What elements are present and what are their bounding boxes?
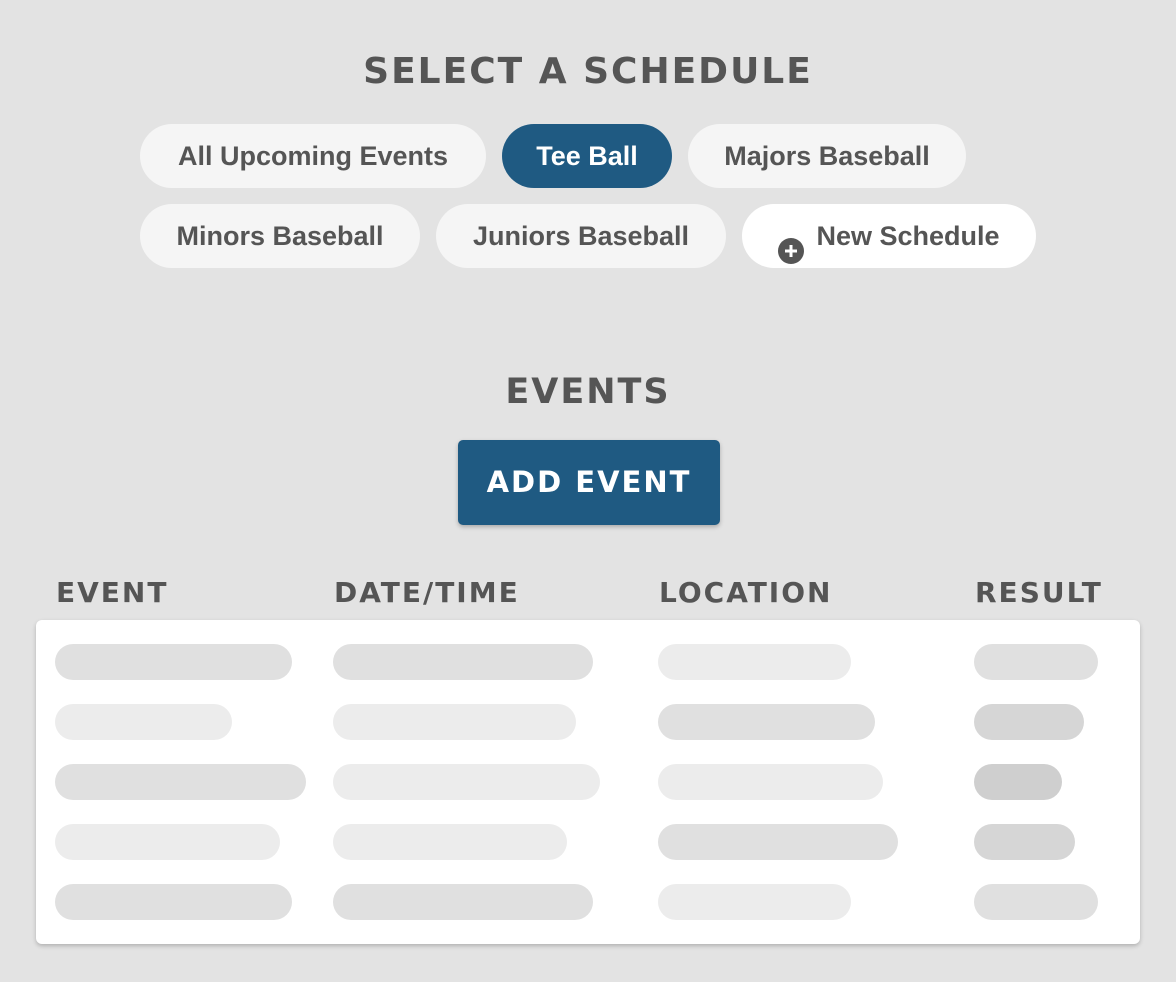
loading-placeholder-location bbox=[658, 764, 883, 800]
loading-placeholder-location bbox=[658, 884, 851, 920]
loading-placeholder-date-time bbox=[333, 704, 576, 740]
loading-placeholder-location bbox=[658, 824, 898, 860]
new-schedule-label: New Schedule bbox=[816, 221, 1000, 251]
column-header-result: RESULT bbox=[975, 576, 1103, 609]
schedule-tee-ball[interactable]: Tee Ball bbox=[502, 124, 672, 188]
new-schedule-button[interactable]: New Schedule bbox=[742, 204, 1036, 268]
loading-placeholder-event bbox=[55, 884, 292, 920]
loading-placeholder-event bbox=[55, 824, 280, 860]
add-event-button[interactable]: ADD EVENT bbox=[458, 440, 720, 525]
events-heading: EVENTS bbox=[505, 372, 671, 412]
schedule-all-upcoming-events[interactable]: All Upcoming Events bbox=[140, 124, 486, 188]
loading-placeholder-location bbox=[658, 644, 851, 680]
loading-placeholder-result bbox=[974, 824, 1075, 860]
loading-placeholder-location bbox=[658, 704, 875, 740]
loading-placeholder-result bbox=[974, 644, 1098, 680]
loading-placeholder-date-time bbox=[333, 644, 593, 680]
loading-placeholder-result bbox=[974, 704, 1084, 740]
plus-circle-icon bbox=[778, 223, 805, 264]
column-header-location: LOCATION bbox=[659, 576, 833, 609]
schedule-heading: SELECT A SCHEDULE bbox=[363, 51, 813, 92]
loading-placeholder-event bbox=[55, 704, 232, 740]
loading-placeholder-result bbox=[974, 764, 1062, 800]
schedule-majors-baseball[interactable]: Majors Baseball bbox=[688, 124, 966, 188]
column-header-event: EVENT bbox=[56, 576, 169, 609]
events-table bbox=[36, 620, 1140, 944]
loading-placeholder-event bbox=[55, 644, 292, 680]
loading-placeholder-result bbox=[974, 884, 1098, 920]
schedule-minors-baseball[interactable]: Minors Baseball bbox=[140, 204, 420, 268]
loading-placeholder-date-time bbox=[333, 884, 593, 920]
loading-placeholder-event bbox=[55, 764, 306, 800]
schedule-juniors-baseball[interactable]: Juniors Baseball bbox=[436, 204, 726, 268]
loading-placeholder-date-time bbox=[333, 824, 567, 860]
loading-placeholder-date-time bbox=[333, 764, 600, 800]
column-header-date-time: DATE/TIME bbox=[334, 576, 520, 609]
